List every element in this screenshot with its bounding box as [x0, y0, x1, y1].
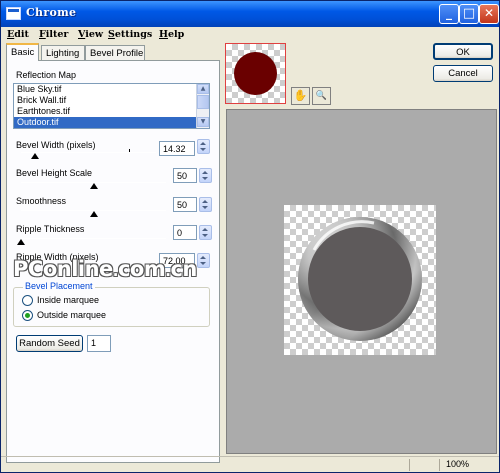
close-button[interactable]: ✕	[479, 4, 499, 24]
ripple-thickness-slider-thumb[interactable]	[17, 239, 25, 245]
bevel-width-track[interactable]	[21, 152, 156, 153]
main-preview-area[interactable]	[226, 109, 497, 454]
outside-marquee-label[interactable]: Outside marquee	[37, 310, 106, 320]
list-item[interactable]: Brick Wall.tif	[14, 95, 196, 106]
chrome-lens-render	[298, 217, 422, 341]
menu-help[interactable]: Help	[159, 29, 184, 40]
menu-settings[interactable]: Settings	[108, 29, 152, 40]
spin-down-icon[interactable]	[202, 177, 208, 180]
tab-lighting[interactable]: Lighting	[41, 45, 85, 60]
spin-down-icon[interactable]	[200, 148, 206, 151]
ripple-width-spinner[interactable]	[197, 253, 210, 268]
scroll-thumb[interactable]	[197, 95, 209, 109]
thumbnail-preview[interactable]	[225, 43, 286, 104]
smoothness-slider-thumb[interactable]	[89, 211, 98, 217]
window-title: Chrome	[26, 6, 77, 19]
outside-marquee-radio[interactable]	[22, 310, 33, 321]
chrome-dialog-window: Chrome _ □ ✕ Edit Filter View Settings H…	[0, 0, 500, 473]
reflection-map-label: Reflection Map	[16, 70, 77, 80]
ripple-thickness-label: Ripple Thickness	[16, 224, 85, 234]
bevel-height-scale-slider-thumb[interactable]	[89, 183, 98, 189]
hand-icon: ✋	[293, 89, 308, 102]
hand-tool-button[interactable]: ✋	[291, 87, 310, 105]
thumbnail-circle	[234, 52, 277, 95]
inside-marquee-radio[interactable]	[22, 295, 33, 306]
spin-up-icon[interactable]	[202, 200, 208, 203]
cancel-button[interactable]: Cancel	[433, 65, 493, 82]
ripple-thickness-spinner[interactable]	[199, 225, 212, 240]
bevel-height-scale-input[interactable]: 50	[173, 168, 197, 183]
tab-basic[interactable]: Basic	[6, 43, 39, 61]
bevel-width-slider-thumb[interactable]	[30, 153, 39, 159]
spin-up-icon[interactable]	[202, 171, 208, 174]
random-seed-button[interactable]: Random Seed	[16, 335, 83, 352]
menu-view[interactable]: View	[78, 29, 103, 40]
status-cell-empty	[409, 459, 439, 471]
smoothness-input[interactable]: 50	[173, 197, 197, 212]
bevel-width-tick	[129, 149, 130, 152]
window-app-icon	[6, 7, 21, 20]
list-item-selected[interactable]: Outdoor.tif	[14, 117, 196, 128]
smoothness-label: Smoothness	[16, 196, 67, 206]
list-scrollbar[interactable]: ▲ ▼	[196, 84, 209, 128]
ripple-thickness-input[interactable]: 0	[173, 225, 197, 240]
bevel-width-label: Bevel Width (pixels)	[16, 140, 96, 150]
close-icon: ✕	[483, 6, 495, 20]
spin-up-icon[interactable]	[200, 142, 206, 145]
title-bar[interactable]: Chrome _ □ ✕	[1, 1, 499, 27]
maximize-icon: □	[462, 6, 476, 21]
spin-down-icon[interactable]	[202, 234, 208, 237]
menu-bar: Edit Filter View Settings Help	[1, 27, 499, 43]
zoom-tool-button[interactable]: 🔍	[312, 87, 331, 105]
bevel-placement-legend: Bevel Placement	[23, 281, 95, 291]
list-item[interactable]: Earthtones.tif	[14, 106, 196, 117]
scroll-down-icon[interactable]: ▼	[197, 117, 209, 127]
bevel-width-input[interactable]: 14.32	[159, 141, 195, 156]
status-bar: 100%	[1, 456, 499, 472]
menu-filter[interactable]: Filter	[39, 29, 68, 40]
random-seed-input[interactable]: 1	[87, 335, 111, 352]
zoom-level: 100%	[439, 459, 499, 471]
smoothness-spinner[interactable]	[199, 197, 212, 212]
bevel-height-scale-label: Bevel Height Scale	[16, 168, 93, 178]
pconline-watermark: PConline.com.cn	[13, 257, 197, 281]
reflection-map-list[interactable]: Blue Sky.tif Brick Wall.tif Earthtones.t…	[13, 83, 210, 129]
ok-button[interactable]: OK	[433, 43, 493, 60]
preview-canvas	[284, 205, 436, 355]
scroll-up-icon[interactable]: ▲	[197, 84, 209, 94]
spin-up-icon[interactable]	[202, 228, 208, 231]
spin-down-icon[interactable]	[200, 262, 206, 265]
spin-down-icon[interactable]	[202, 206, 208, 209]
spin-up-icon[interactable]	[200, 256, 206, 259]
bevel-height-scale-spinner[interactable]	[199, 168, 212, 183]
minimize-button[interactable]: _	[439, 4, 459, 24]
list-item[interactable]: Blue Sky.tif	[14, 84, 196, 95]
ripple-thickness-track[interactable]	[21, 238, 166, 239]
menu-edit[interactable]: Edit	[7, 29, 29, 40]
bevel-placement-group	[13, 287, 210, 327]
inside-marquee-label[interactable]: Inside marquee	[37, 295, 99, 305]
lens-inner	[308, 227, 412, 331]
bevel-width-spinner[interactable]	[197, 139, 210, 154]
minimize-icon: _	[446, 6, 452, 20]
maximize-button[interactable]: □	[459, 4, 479, 24]
zoom-icon: 🔍	[315, 91, 328, 101]
tab-bevel-profile[interactable]: Bevel Profile	[85, 45, 145, 60]
